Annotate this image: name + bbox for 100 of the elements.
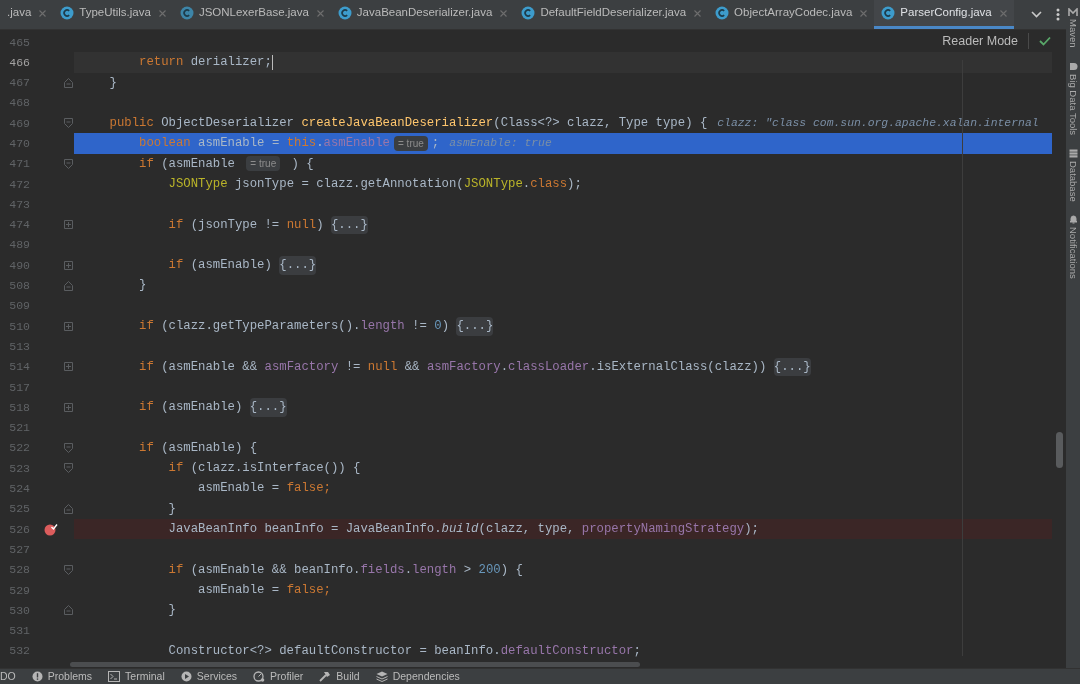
code-line: JSONType jsonType = clazz.getAnnotation(JSONType.class); — [167, 176, 583, 193]
close-icon[interactable] — [860, 9, 868, 17]
line-number: 531 — [8, 623, 30, 640]
fold-icon[interactable] — [63, 118, 73, 129]
fold-icon[interactable] — [63, 564, 73, 575]
fold-icon[interactable] — [63, 443, 73, 454]
more-icon[interactable] — [1056, 8, 1060, 21]
tab-label: JSONLexerBase.java — [198, 5, 309, 21]
line-number: 474 — [8, 217, 30, 234]
line-number: 532 — [8, 643, 30, 660]
line-number: 472 — [8, 176, 30, 193]
close-icon[interactable] — [39, 9, 47, 17]
tool-window-button[interactable]: Dependencies — [375, 668, 460, 684]
tab-label: JavaBeanDeserializer.java — [356, 5, 493, 21]
code-line: } — [108, 74, 118, 92]
close-icon[interactable] — [500, 9, 508, 17]
line-number: 468 — [8, 95, 30, 112]
expand-icon[interactable] — [63, 220, 73, 230]
line-number: 522 — [8, 440, 30, 457]
close-icon[interactable] — [158, 9, 166, 17]
tool-window-tab[interactable]: Notifications — [1067, 227, 1079, 280]
tab-label: DefaultFieldDeserializer.java — [540, 5, 687, 21]
tab-label: .java — [7, 5, 32, 21]
hammer-icon — [319, 671, 332, 682]
database-icon — [1068, 148, 1078, 158]
code-line: if (jsonType != null) {...} — [74, 214, 1052, 235]
editor-tab[interactable]: JavaBeanDeserializer.java — [330, 0, 515, 29]
fold-icon[interactable] — [63, 503, 73, 514]
line-number: 523 — [8, 460, 30, 477]
code-line: if (asmEnable = true ) { — [138, 155, 315, 174]
layers-icon — [375, 671, 388, 682]
class-icon — [521, 6, 536, 20]
check-icon — [1039, 36, 1051, 47]
line-number: 470 — [8, 136, 30, 152]
code-line: if (clazz.getTypeParameters().length != 0) {...} — [138, 316, 495, 337]
line-number: 465 — [8, 34, 30, 51]
editor-tab[interactable]: .java — [0, 0, 54, 29]
class-icon — [60, 6, 75, 20]
code-line: if (asmEnable) {...} — [138, 397, 288, 418]
close-icon[interactable] — [316, 9, 324, 17]
line-number: 517 — [8, 379, 30, 396]
code-line: asmEnable = false; — [197, 581, 332, 599]
code-line: } — [138, 277, 148, 295]
fold-icon[interactable] — [63, 463, 73, 474]
tab-label: ParserConfig.java — [900, 5, 992, 21]
tool-window-tab[interactable]: Maven — [1067, 19, 1079, 48]
code-line: if (clazz.isInterface()) { — [167, 460, 362, 478]
breakpoint-icon[interactable] — [44, 522, 58, 536]
expand-icon[interactable] — [63, 260, 73, 270]
maven-icon — [1068, 8, 1078, 16]
tool-window-button[interactable]: Services — [180, 668, 238, 684]
tool-window-tab[interactable]: Database — [1067, 160, 1079, 202]
fold-icon[interactable] — [63, 280, 73, 291]
line-number: 490 — [8, 257, 30, 274]
text-caret — [271, 54, 274, 70]
horizontal-scrollbar[interactable] — [70, 662, 640, 668]
editor-tab[interactable]: JSONLexerBase.java — [172, 0, 331, 29]
editor-tab[interactable]: DefaultFieldDeserializer.java — [514, 0, 709, 29]
vertical-scrollbar[interactable] — [1056, 432, 1063, 468]
editor-tab[interactable]: ObjectArrayCodec.java — [708, 0, 875, 29]
expand-icon[interactable] — [63, 403, 73, 412]
fold-icon[interactable] — [63, 158, 73, 169]
editor-tab[interactable]: ParserConfig.java — [874, 0, 1014, 29]
line-number: 529 — [8, 582, 30, 599]
gauge-icon — [253, 671, 266, 682]
tab-label: ObjectArrayCodec.java — [734, 5, 853, 21]
line-number: 526 — [8, 521, 30, 538]
line-number: 508 — [8, 278, 30, 295]
line-number: 466 — [8, 54, 30, 71]
expand-icon[interactable] — [63, 321, 73, 331]
line-number: 513 — [8, 338, 30, 355]
close-icon[interactable] — [694, 9, 702, 17]
line-number: 471 — [8, 156, 30, 173]
code-line: } — [167, 602, 177, 620]
line-number: 530 — [8, 602, 30, 619]
tool-window-tab[interactable]: Big Data Tools — [1067, 73, 1079, 135]
line-number: 527 — [8, 541, 30, 558]
close-icon[interactable] — [999, 9, 1007, 17]
fold-icon[interactable] — [63, 77, 73, 88]
class-icon — [337, 6, 352, 20]
reader-mode-link[interactable]: Reader Mode — [942, 32, 1018, 51]
code-line: if (asmEnable) { — [138, 439, 259, 457]
code-line: } — [167, 500, 177, 518]
tool-window-button[interactable]: Build — [319, 668, 360, 684]
line-number: 473 — [8, 196, 30, 213]
expand-icon[interactable] — [63, 362, 73, 372]
tool-window-button[interactable]: Profiler — [253, 668, 304, 684]
chevron-down-icon[interactable] — [1031, 11, 1042, 18]
tool-window-button[interactable]: DO — [0, 668, 16, 684]
tool-window-button[interactable]: Terminal — [108, 668, 165, 684]
line-number: 518 — [8, 399, 30, 416]
editor-tab[interactable]: TypeUtils.java — [53, 0, 173, 29]
line-number: 469 — [8, 115, 30, 132]
data-icon — [1068, 61, 1078, 71]
line-number: 524 — [8, 481, 30, 498]
fold-icon[interactable] — [63, 605, 73, 616]
tab-label: TypeUtils.java — [79, 5, 151, 21]
code-line: if (asmEnable && beanInfo.fields.length > 200) { — [167, 561, 524, 579]
class-icon — [881, 6, 896, 20]
tool-window-button[interactable]: Problems — [31, 668, 93, 684]
